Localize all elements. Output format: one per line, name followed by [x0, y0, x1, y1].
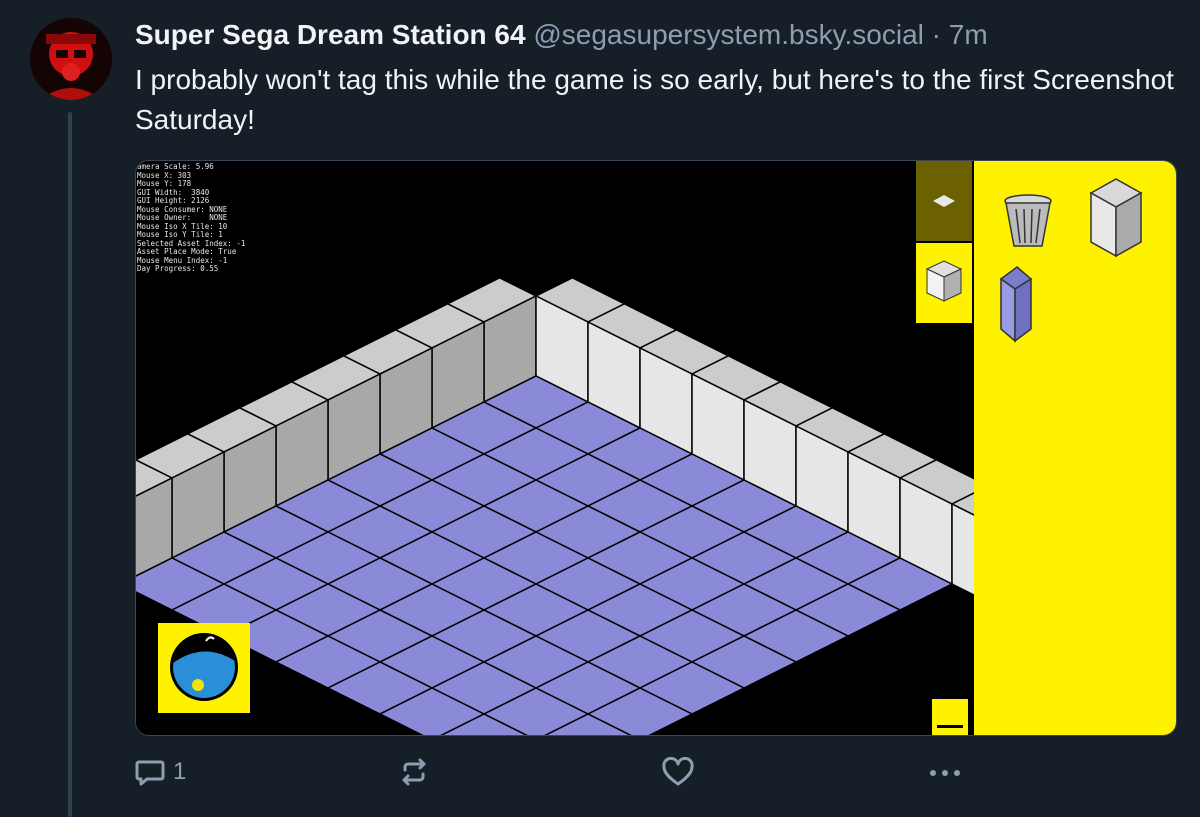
minimize-button[interactable]: [932, 699, 968, 735]
repost-button[interactable]: [397, 755, 437, 789]
like-button[interactable]: [661, 755, 701, 789]
day-clock-widget[interactable]: [158, 623, 250, 713]
more-options-button[interactable]: [925, 755, 965, 789]
repost-icon: [402, 758, 426, 786]
thread-line: [68, 112, 72, 817]
avatar[interactable]: [30, 18, 112, 100]
heart-icon: [662, 756, 694, 786]
reply-icon: [135, 760, 165, 786]
minimize-icon: [937, 725, 963, 728]
cube-small-icon: [925, 260, 963, 302]
trash-icon[interactable]: [1004, 194, 1052, 247]
debug-line: Day Progress: 0.55: [137, 264, 219, 273]
sun-icon: [192, 679, 204, 691]
display-name[interactable]: Super Sega Dream Station 64: [135, 19, 526, 50]
image-embed[interactable]: amera Scale: 5.96 Mouse X: 303 Mouse Y: 17…: [135, 160, 1177, 736]
asset-palette: [974, 161, 1176, 735]
cube-gray-icon[interactable]: [1089, 178, 1143, 258]
avatar-image: [30, 18, 112, 100]
post-header: Super Sega Dream Station 64 @segasupersy…: [135, 16, 1180, 54]
handle[interactable]: @segasupersystem.bsky.social: [533, 19, 924, 50]
post-text: I probably won't tag this while the game…: [135, 64, 1174, 135]
debug-overlay: amera Scale: 5.96 Mouse X: 303 Mouse Y: 17…: [137, 162, 245, 274]
cube-blue-icon[interactable]: [999, 266, 1033, 343]
timestamp[interactable]: 7m: [949, 19, 988, 50]
separator: ·: [931, 19, 941, 50]
post-actions: 1: [133, 755, 973, 795]
reply-button[interactable]: 1: [133, 755, 186, 789]
more-icon: [930, 770, 960, 776]
reply-count: 1: [173, 758, 187, 785]
game-screenshot: [136, 161, 1176, 735]
